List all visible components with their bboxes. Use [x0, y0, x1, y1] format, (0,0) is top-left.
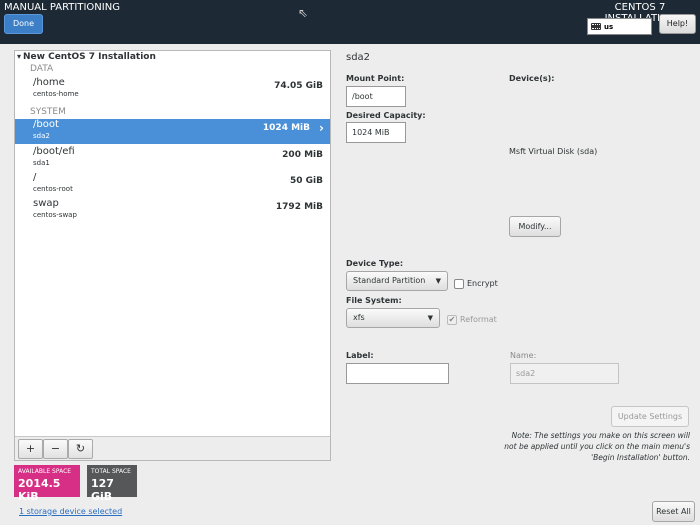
total-space-box: TOTAL SPACE 127 GiB: [87, 465, 137, 503]
partition-size: 1792 MiB: [275, 202, 323, 212]
mount-point-input[interactable]: /boot: [346, 86, 406, 107]
selected-partition-heading: sda2: [346, 52, 371, 63]
keyboard-icon: [591, 23, 601, 30]
reformat-label: Reformat: [460, 315, 497, 324]
keyboard-layout-label: us: [604, 22, 614, 31]
device-type-value: Standard Partition: [353, 276, 426, 285]
dropdown-arrow-icon: ▼: [435, 277, 441, 285]
partition-size: 200 MiB: [282, 150, 323, 160]
partition-row-boot-efi[interactable]: /boot/efi sda1 200 MiB: [15, 146, 330, 171]
name-input[interactable]: sda2: [510, 363, 619, 384]
modify-devices-button[interactable]: Modify...: [509, 216, 561, 237]
total-space-value: 127 GiB: [91, 477, 114, 503]
keyboard-layout-indicator[interactable]: us: [587, 18, 652, 35]
devices-label: Device(s):: [509, 74, 555, 83]
total-space-label: TOTAL SPACE: [91, 468, 131, 475]
done-button[interactable]: Done: [4, 14, 43, 34]
partition-mount: /boot: [33, 119, 59, 130]
partition-device: sda2: [33, 132, 50, 140]
device-type-select[interactable]: Standard Partition ▼: [346, 271, 448, 291]
encrypt-label: Encrypt: [467, 279, 498, 288]
partition-mount: /boot/efi: [33, 146, 75, 157]
device-name: Msft Virtual Disk (sda): [509, 147, 598, 156]
label-field-label: Label:: [346, 351, 374, 360]
update-settings-button[interactable]: Update Settings: [611, 406, 689, 427]
desired-capacity-input[interactable]: 1024 MiB: [346, 122, 406, 143]
name-field-label: Name:: [510, 351, 537, 360]
partition-device: sda1: [33, 159, 50, 167]
settings-note: Note: The settings you make on this scre…: [504, 431, 690, 462]
partition-device: centos-swap: [33, 211, 77, 219]
refresh-icon[interactable]: ↻: [68, 439, 93, 459]
partition-row-root[interactable]: / centos-root 50 GiB: [15, 172, 330, 197]
chevron-right-icon: ›: [319, 121, 324, 135]
device-type-label: Device Type:: [346, 259, 404, 268]
storage-devices-link[interactable]: 1 storage device selected: [19, 507, 122, 516]
remove-partition-button[interactable]: −: [43, 439, 68, 459]
header-bar: MANUAL PARTITIONING Done ⇖ CENTOS 7 INST…: [0, 0, 700, 44]
partition-row-home[interactable]: /home centos-home 74.05 GiB: [15, 77, 330, 102]
mouse-cursor-icon: ⇖: [298, 6, 309, 20]
reformat-checkbox[interactable]: ✔: [447, 315, 457, 325]
partition-size: 1024 MiB: [262, 123, 310, 133]
spoke-title: MANUAL PARTITIONING: [4, 2, 120, 13]
dropdown-arrow-icon: ▼: [427, 314, 433, 322]
partition-row-boot[interactable]: /boot sda2 1024 MiB ›: [15, 119, 330, 144]
partition-toolbar: + − ↻: [15, 436, 330, 460]
file-system-select[interactable]: xfs ▼: [346, 308, 440, 328]
reset-all-button[interactable]: Reset All: [652, 501, 695, 522]
desired-capacity-label: Desired Capacity:: [346, 111, 426, 120]
help-button[interactable]: Help!: [659, 14, 696, 34]
label-input[interactable]: [346, 363, 449, 384]
group-label-data: DATA: [30, 64, 54, 74]
partition-tree: New CentOS 7 Installation DATA /home cen…: [14, 50, 331, 461]
available-space-box: AVAILABLE SPACE 2014.5 KiB: [14, 465, 80, 503]
available-space-label: AVAILABLE SPACE: [18, 468, 72, 475]
file-system-value: xfs: [353, 313, 365, 322]
partition-mount: /home: [33, 77, 65, 88]
partition-size: 50 GiB: [290, 176, 323, 186]
partition-mount: /: [33, 172, 37, 183]
file-system-label: File System:: [346, 296, 402, 305]
partition-row-swap[interactable]: swap centos-swap 1792 MiB: [15, 198, 330, 223]
available-space-value: 2014.5 KiB: [18, 477, 61, 503]
mount-point-label: Mount Point:: [346, 74, 405, 83]
group-label-system: SYSTEM: [30, 107, 66, 117]
partition-size: 74.05 GiB: [274, 81, 323, 91]
encrypt-checkbox[interactable]: [454, 279, 464, 289]
installation-expander[interactable]: New CentOS 7 Installation: [17, 52, 156, 62]
partition-mount: swap: [33, 198, 59, 209]
add-partition-button[interactable]: +: [18, 439, 43, 459]
partition-device: centos-home: [33, 90, 79, 98]
partition-device: centos-root: [33, 185, 73, 193]
